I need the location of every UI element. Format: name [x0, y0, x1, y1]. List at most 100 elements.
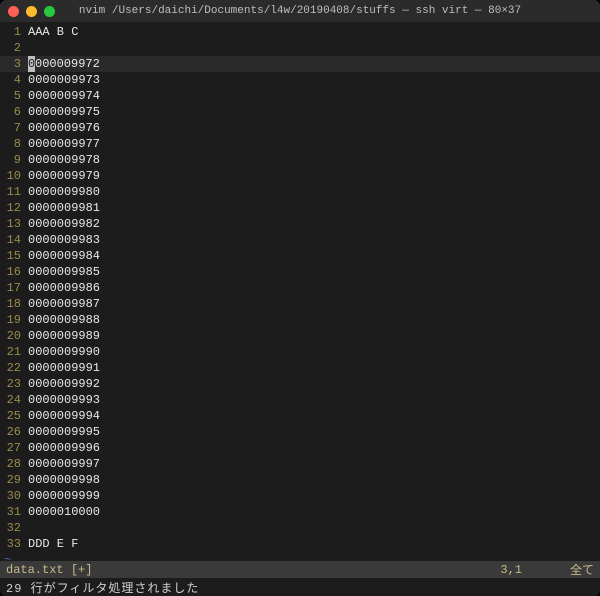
editor-line[interactable]: 120000009981	[0, 200, 600, 216]
editor-line[interactable]: 210000009990	[0, 344, 600, 360]
editor-area[interactable]: 1AAA B C23000000997240000009973500000099…	[0, 22, 600, 561]
line-number: 3	[0, 56, 28, 72]
editor-line[interactable]: 2	[0, 40, 600, 56]
command-message: 29 行がフィルタ処理されました	[6, 579, 199, 596]
line-number: 28	[0, 456, 28, 472]
line-number: 25	[0, 408, 28, 424]
editor-line[interactable]: 30000009972	[0, 56, 600, 72]
line-content: 0000010000	[28, 504, 100, 520]
line-content: 0000009985	[28, 264, 100, 280]
editor-line[interactable]: 220000009991	[0, 360, 600, 376]
line-number: 17	[0, 280, 28, 296]
editor-line[interactable]: 40000009973	[0, 72, 600, 88]
zoom-icon[interactable]	[44, 6, 55, 17]
editor-line[interactable]: 180000009987	[0, 296, 600, 312]
line-content: 0000009987	[28, 296, 100, 312]
editor-line[interactable]: 300000009999	[0, 488, 600, 504]
line-number: 14	[0, 232, 28, 248]
minimize-icon[interactable]	[26, 6, 37, 17]
empty-line-tilde: ~	[0, 552, 600, 561]
editor-line[interactable]: 50000009974	[0, 88, 600, 104]
status-position: 3,1	[500, 563, 522, 577]
line-number: 7	[0, 120, 28, 136]
line-content: 0000009994	[28, 408, 100, 424]
terminal-window: nvim /Users/daichi/Documents/l4w/2019040…	[0, 0, 600, 596]
line-content: 0000009998	[28, 472, 100, 488]
editor-line[interactable]: 60000009975	[0, 104, 600, 120]
line-number: 33	[0, 536, 28, 552]
line-number: 15	[0, 248, 28, 264]
line-number: 11	[0, 184, 28, 200]
line-content: 0000009982	[28, 216, 100, 232]
line-number: 1	[0, 24, 28, 40]
status-line: data.txt [+] 3,1 全て	[0, 561, 600, 578]
titlebar: nvim /Users/daichi/Documents/l4w/2019040…	[0, 0, 600, 22]
editor-line[interactable]: 170000009986	[0, 280, 600, 296]
line-content: 0000009981	[28, 200, 100, 216]
line-content: 0000009996	[28, 440, 100, 456]
line-number: 4	[0, 72, 28, 88]
editor-line[interactable]: 270000009996	[0, 440, 600, 456]
editor-line[interactable]: 160000009985	[0, 264, 600, 280]
editor-line[interactable]: 1AAA B C	[0, 24, 600, 40]
line-number: 18	[0, 296, 28, 312]
editor-line[interactable]: 140000009983	[0, 232, 600, 248]
line-number: 20	[0, 328, 28, 344]
editor-line[interactable]: 32	[0, 520, 600, 536]
line-number: 22	[0, 360, 28, 376]
editor-line[interactable]: 90000009978	[0, 152, 600, 168]
line-content: 0000009999	[28, 488, 100, 504]
line-content: 0000009974	[28, 88, 100, 104]
close-icon[interactable]	[8, 6, 19, 17]
line-content: 0000009980	[28, 184, 100, 200]
line-number: 9	[0, 152, 28, 168]
line-number: 19	[0, 312, 28, 328]
line-content: 0000009989	[28, 328, 100, 344]
line-content: 0000009983	[28, 232, 100, 248]
cursor: 0	[28, 56, 35, 72]
line-content: 0000009997	[28, 456, 100, 472]
editor-line[interactable]: 230000009992	[0, 376, 600, 392]
editor-line[interactable]: 280000009997	[0, 456, 600, 472]
line-content: 0000009995	[28, 424, 100, 440]
status-scroll: 全て	[570, 561, 594, 578]
command-line[interactable]: 29 行がフィルタ処理されました	[0, 578, 600, 596]
line-number: 6	[0, 104, 28, 120]
line-content: 0000009977	[28, 136, 100, 152]
editor-line[interactable]: 200000009989	[0, 328, 600, 344]
line-number: 27	[0, 440, 28, 456]
line-content: 0000009984	[28, 248, 100, 264]
line-content: 0000009975	[28, 104, 100, 120]
line-number: 13	[0, 216, 28, 232]
line-number: 30	[0, 488, 28, 504]
editor-line[interactable]: 240000009993	[0, 392, 600, 408]
line-number: 10	[0, 168, 28, 184]
editor-line[interactable]: 70000009976	[0, 120, 600, 136]
line-content: 0000009979	[28, 168, 100, 184]
line-content: 0000009988	[28, 312, 100, 328]
line-number: 23	[0, 376, 28, 392]
editor-line[interactable]: 150000009984	[0, 248, 600, 264]
line-content: 0000009986	[28, 280, 100, 296]
editor-line[interactable]: 100000009979	[0, 168, 600, 184]
editor-line[interactable]: 130000009982	[0, 216, 600, 232]
editor-line[interactable]: 250000009994	[0, 408, 600, 424]
traffic-lights	[8, 6, 55, 17]
line-number: 24	[0, 392, 28, 408]
line-content: 0000009972	[28, 56, 100, 72]
line-number: 29	[0, 472, 28, 488]
editor-line[interactable]: 290000009998	[0, 472, 600, 488]
editor-line[interactable]: 33DDD E F	[0, 536, 600, 552]
line-number: 21	[0, 344, 28, 360]
line-content: 0000009990	[28, 344, 100, 360]
window-title: nvim /Users/daichi/Documents/l4w/2019040…	[0, 5, 600, 17]
line-number: 2	[0, 40, 28, 56]
editor-line[interactable]: 80000009977	[0, 136, 600, 152]
line-number: 8	[0, 136, 28, 152]
line-content: 0000009991	[28, 360, 100, 376]
editor-line[interactable]: 190000009988	[0, 312, 600, 328]
editor-line[interactable]: 260000009995	[0, 424, 600, 440]
line-number: 31	[0, 504, 28, 520]
editor-line[interactable]: 310000010000	[0, 504, 600, 520]
editor-line[interactable]: 110000009980	[0, 184, 600, 200]
